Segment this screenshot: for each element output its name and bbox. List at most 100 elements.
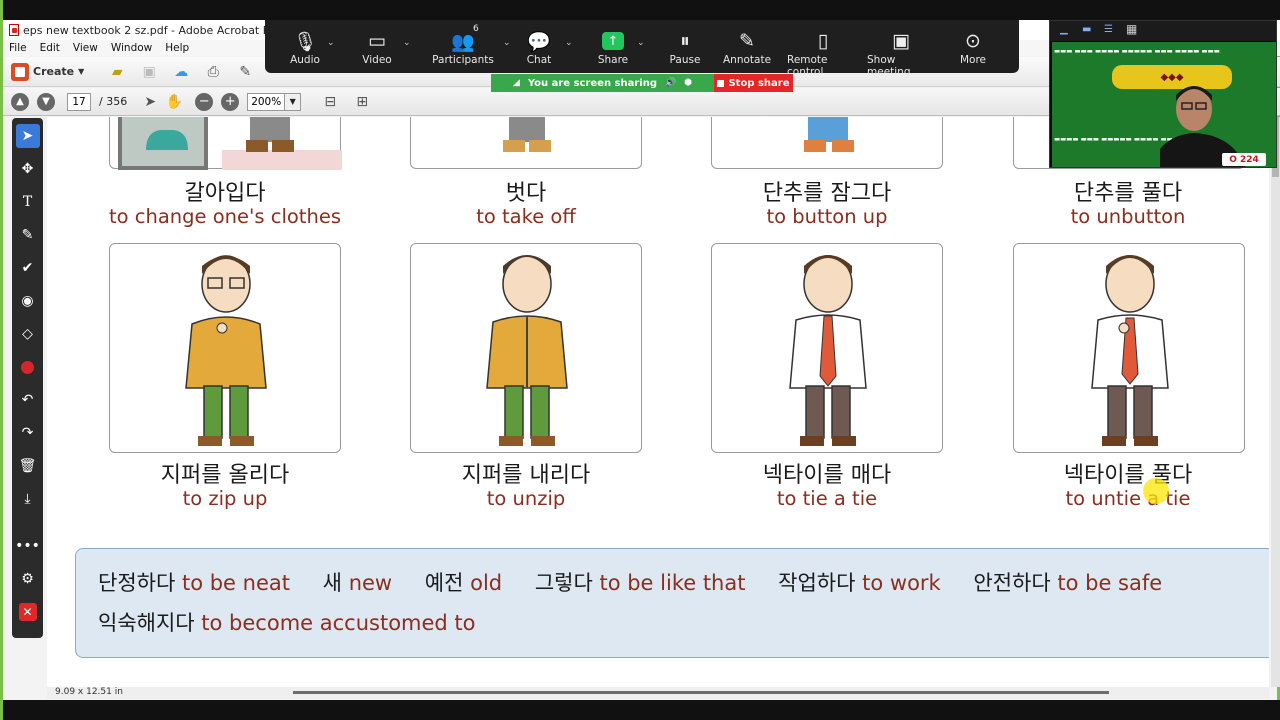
sharing-text: You are screen sharing <box>527 77 657 89</box>
next-page-icon[interactable]: ▼ <box>37 92 55 111</box>
more-label: More <box>959 54 987 66</box>
cloud-upload-icon[interactable]: ☁ <box>170 62 192 82</box>
vocab-korean: 갈아입다 <box>184 181 266 206</box>
stop-share-button[interactable]: Stop share <box>714 74 793 92</box>
more-button[interactable]: ⊙ More <box>953 28 993 66</box>
trash-icon[interactable]: 🗑 <box>16 454 40 478</box>
save-icon[interactable]: ▣ <box>138 62 160 82</box>
vocab-english: to unzip <box>486 487 566 510</box>
video-tile-header: ▁ ▬ ☰ ▦ <box>1050 21 1276 41</box>
spotlight-icon[interactable]: ◉ <box>16 289 40 313</box>
audio-label: Audio <box>290 54 320 66</box>
previous-page-icon[interactable]: ▲ <box>11 92 29 111</box>
color-picker-icon[interactable] <box>16 355 40 379</box>
vocab-korean: 단추를 풀다 <box>1073 181 1183 206</box>
vocab-card-image <box>109 243 341 453</box>
text-icon[interactable]: T <box>16 190 40 214</box>
vocab-korean: 넥타이를 매다 <box>762 463 892 488</box>
print-icon[interactable]: ⎙ <box>202 62 224 82</box>
chevron-down-icon: ⌄ <box>327 38 335 48</box>
speaker-icon: 🔊 <box>665 78 677 88</box>
vocab-card-image <box>109 117 342 170</box>
move-icon[interactable]: ✥ <box>16 157 40 181</box>
create-icon <box>11 62 29 81</box>
vocab-english: to zip up <box>182 487 268 510</box>
meeting-icon: ▣ <box>892 30 910 52</box>
annotate-label: Annotate <box>722 54 772 66</box>
zoom-dropdown-icon[interactable]: ▼ <box>285 92 302 111</box>
pdf-app-icon <box>9 24 19 36</box>
word-korean: 예전 <box>424 571 464 595</box>
pause-button[interactable]: ⏸ Pause <box>667 28 703 66</box>
word-english: to work <box>862 571 941 595</box>
illustration-tie-a-tie <box>789 255 867 446</box>
video-button[interactable]: ▭ Video ⌄ <box>359 28 410 66</box>
save-annotation-icon[interactable]: ⤓ <box>16 487 40 511</box>
menu-view[interactable]: View <box>73 42 98 54</box>
vocab-english: to button up <box>766 205 888 228</box>
illustration-unzip <box>486 255 568 446</box>
chat-button[interactable]: 💬 Chat ⌄ <box>521 28 573 67</box>
horizontal-scrollbar[interactable] <box>293 691 1109 694</box>
redo-icon[interactable]: ↷ <box>16 421 40 445</box>
word-english: to become accustomed to <box>201 611 476 635</box>
word-korean: 안전하다 <box>973 571 1051 595</box>
zoom-out-icon[interactable]: − <box>195 92 214 111</box>
share-button[interactable]: ↑ Share ⌄ <box>595 28 645 66</box>
speaker-view-icon[interactable]: ☰ <box>1104 24 1113 35</box>
fit-page-icon[interactable]: ⊟ <box>319 92 341 112</box>
create-label: Create <box>33 65 75 78</box>
eraser-icon[interactable]: ◇ <box>16 322 40 346</box>
top-black-bar <box>3 0 1280 20</box>
window-title: eps new textbook 2 sz.pdf - Adobe Acroba… <box>23 23 281 37</box>
menu-edit[interactable]: Edit <box>40 42 60 54</box>
show-meeting-button[interactable]: ▣ Show meeting <box>867 28 935 78</box>
zoom-in-icon[interactable]: + <box>221 92 240 111</box>
remote-control-button[interactable]: ▯ Remote control <box>787 28 859 78</box>
remote-control-label: Remote control <box>787 54 828 78</box>
stamp-check-icon[interactable]: ✔ <box>16 256 40 280</box>
audio-button[interactable]: 🎙 Audio ⌄ <box>287 28 334 67</box>
select-arrow-icon[interactable]: ➤ <box>139 92 161 112</box>
menu-window[interactable]: Window <box>111 42 152 54</box>
pause-icon: ⏸ <box>680 30 690 52</box>
page-number-input[interactable] <box>67 92 91 111</box>
meeting-controls-bar: 🎙 Audio ⌄ ▭ Video ⌄ 👥 Participants 6 ⌄ 💬… <box>265 20 1019 78</box>
illustration <box>804 117 854 152</box>
annotate-button[interactable]: ✎ Annotate <box>722 28 772 66</box>
screen-sharing-banner: ◢ You are screen sharing 🔊 ⬢ Stop share <box>491 74 793 92</box>
word-korean: 단정하다 <box>98 571 176 595</box>
illustration-zip-up <box>185 255 267 446</box>
draw-icon[interactable]: ✎ <box>16 223 40 247</box>
chevron-down-icon: ⌄ <box>403 38 411 48</box>
vocab-card-image <box>711 117 943 169</box>
share-label: Share <box>597 54 629 66</box>
fit-width-icon[interactable]: ⊞ <box>351 92 373 112</box>
participants-icon: 👥 <box>451 30 475 53</box>
create-button[interactable]: Create ▼ <box>11 62 84 81</box>
pointer-icon[interactable]: ➤ <box>15 124 40 148</box>
vocab-korean: 벗다 <box>505 181 547 206</box>
gallery-view-icon[interactable]: ▦ <box>1126 22 1137 36</box>
participant-settings-icon[interactable]: ⚙ <box>16 567 40 591</box>
minimize-icon[interactable]: ▁ <box>1060 24 1072 36</box>
vertical-scrollbar[interactable] <box>1271 117 1280 687</box>
open-folder-icon[interactable]: ▰ <box>106 62 128 82</box>
menu-file[interactable]: File <box>9 42 27 54</box>
word-korean: 새 <box>322 571 342 595</box>
more-options-icon[interactable]: ••• <box>15 534 40 558</box>
vocab-korean: 지퍼를 내리다 <box>461 463 591 488</box>
zoom-level-input[interactable] <box>247 92 286 111</box>
vocab-english: to untie a tie <box>1065 487 1191 510</box>
view-icon[interactable]: ▬ <box>1082 24 1091 35</box>
chat-icon: 💬 <box>527 30 551 53</box>
word-korean: 익숙해지다 <box>98 611 195 635</box>
menu-help[interactable]: Help <box>165 42 189 54</box>
close-annotation-icon[interactable]: ✕ <box>16 600 40 624</box>
edit-document-icon[interactable]: ✎ <box>234 62 256 82</box>
vocab-english: to take off <box>476 205 576 228</box>
hand-tool-icon[interactable]: ✋ <box>163 92 185 112</box>
participants-button[interactable]: 👥 Participants 6 ⌄ <box>432 24 510 66</box>
undo-icon[interactable]: ↶ <box>16 388 40 412</box>
vocab-card-image <box>711 243 943 453</box>
